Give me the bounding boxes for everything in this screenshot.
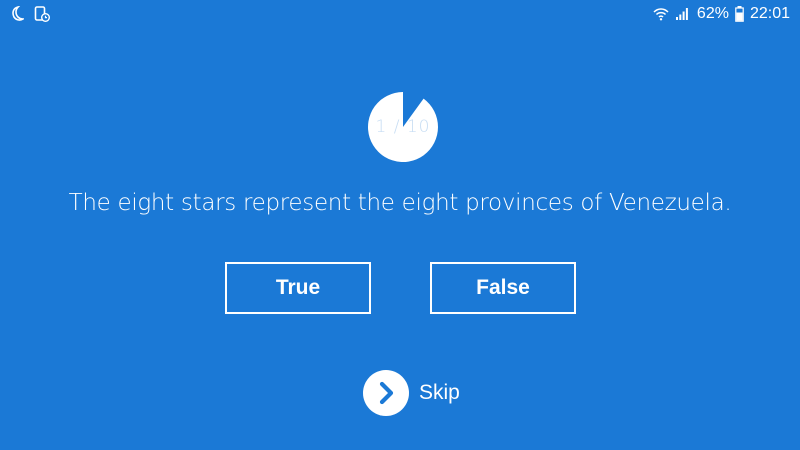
false-button[interactable]: False [430,262,576,314]
clock-time: 22:01 [749,5,790,22]
question-text: The eight stars represent the eight prov… [68,190,732,216]
progress-label: 1 / 10 [375,117,431,137]
status-bar-left [10,6,50,22]
battery-icon [735,6,744,22]
phone-clock-icon [34,6,50,22]
battery-percent: 62% [696,5,729,22]
moon-icon [10,6,24,22]
signal-icon [675,7,689,21]
skip-icon-circle[interactable] [363,370,409,416]
status-bar: 62% 22:01 [0,0,800,30]
skip-button[interactable]: Skip [363,370,460,416]
skip-label: Skip [419,381,460,404]
true-button[interactable]: True [225,262,371,314]
quiz-progress: 1 / 10 [366,90,440,164]
wifi-icon [653,7,669,21]
status-bar-right: 62% 22:01 [653,5,790,23]
chevron-right-icon [379,381,394,405]
